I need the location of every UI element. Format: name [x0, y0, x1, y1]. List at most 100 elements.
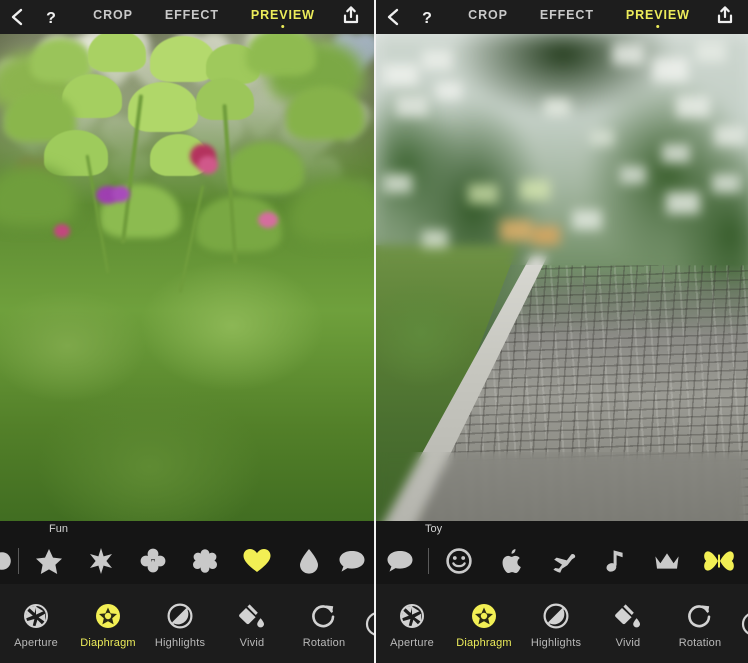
tool-label-highlights: Highlights [530, 636, 582, 649]
shape-strip-divider [428, 547, 429, 574]
question-mark-icon: ? [420, 8, 434, 26]
back-button[interactable] [376, 0, 410, 34]
background-blur-mask [376, 34, 748, 266]
star5-shape-icon [36, 548, 62, 574]
tool-label-rotation: Rotation [678, 636, 722, 649]
tab-preview-label: PREVIEW [250, 8, 315, 22]
shape-strip-left[interactable]: Fun [0, 521, 374, 584]
bubble-shape-icon [339, 550, 365, 572]
tool-diaphragm[interactable]: Diaphragm [72, 584, 144, 663]
share-button[interactable] [702, 5, 748, 30]
shape-item-bubble[interactable] [335, 537, 369, 584]
tab-crop[interactable]: CROP [467, 5, 509, 29]
rotate-clockwise-icon [685, 599, 715, 633]
smiley-shape-icon [446, 547, 472, 574]
svg-text:?: ? [422, 10, 432, 26]
shape-group-label-right: Toy [376, 521, 748, 537]
shape-strip-right[interactable]: Toy [376, 521, 748, 584]
diaphragm-star-icon [469, 599, 499, 633]
clover-shape-icon [140, 548, 166, 572]
photo-preview-right[interactable] [376, 34, 748, 537]
share-upload-icon [715, 5, 735, 30]
crown-shape-icon [655, 552, 679, 569]
aperture-icon [21, 599, 51, 633]
help-button[interactable]: ? [34, 0, 68, 34]
question-mark-icon: ? [44, 8, 58, 26]
diaphragm-star-icon [93, 599, 123, 633]
tool-rotation[interactable]: Rotation [664, 584, 736, 663]
heart-shape-icon [243, 548, 271, 572]
tool-label-diaphragm: Diaphragm [456, 636, 512, 649]
active-tab-dot [656, 24, 660, 28]
apple-shape-icon [502, 548, 521, 573]
tool-aperture[interactable]: Aperture [376, 584, 448, 663]
top-toolbar-left: ? CROP EFFECT PREVIEW [0, 0, 374, 34]
paint-bucket-icon [613, 599, 643, 633]
shape-item-bubble[interactable] [376, 537, 424, 584]
tool-vivid[interactable]: Vivid [216, 584, 288, 663]
shape-item-droplet[interactable] [283, 537, 335, 584]
tool-label-rotation: Rotation [302, 636, 346, 649]
screenshot-root: ? CROP EFFECT PREVIEW Fun Aperture Diaph… [0, 0, 748, 663]
tool-label-aperture: Aperture [390, 636, 434, 649]
star6-shape-icon [90, 547, 112, 574]
shape-item-airplane[interactable] [537, 537, 589, 584]
shape-item-clover[interactable] [127, 537, 179, 584]
shape-group-label-left: Fun [0, 521, 374, 537]
clover-foreground-left [0, 34, 374, 537]
tool-label-vivid: Vivid [239, 636, 265, 649]
shape-item-music-note[interactable] [589, 537, 641, 584]
highlights-contrast-icon [541, 599, 571, 633]
tab-crop[interactable]: CROP [92, 5, 134, 29]
droplet-shape-icon [300, 548, 318, 574]
tool-diaphragm[interactable]: Diaphragm [448, 584, 520, 663]
tool-toolbar-left: Aperture Diaphragm Highlights Vivid Rota… [0, 584, 374, 663]
shape-row-right [376, 537, 748, 584]
shape-item-crown[interactable] [641, 537, 693, 584]
tool-label-aperture: Aperture [14, 636, 58, 649]
tool-aperture[interactable]: Aperture [0, 584, 72, 663]
butterfly-shape-icon [704, 550, 734, 571]
airplane-shape-icon [553, 553, 576, 573]
tool-overflow-right[interactable] [736, 584, 748, 663]
tool-toolbar-right: Aperture Diaphragm Highlights Vivid Rota… [376, 584, 748, 663]
back-button[interactable] [0, 0, 34, 34]
paint-bucket-icon [237, 599, 267, 633]
photo-preview-left[interactable] [0, 34, 374, 537]
tool-overflow-left[interactable] [360, 584, 374, 663]
tool-label-diaphragm: Diaphragm [80, 636, 136, 649]
mode-tabs-right: CROP EFFECT PREVIEW [456, 5, 702, 29]
shape-row-left [0, 537, 374, 584]
partial-tool-icon [360, 607, 374, 641]
note-shape-icon [606, 549, 623, 572]
shape-item-smiley[interactable] [433, 537, 485, 584]
shape-item-star6[interactable] [75, 537, 127, 584]
shape-item-star5[interactable] [23, 537, 75, 584]
share-button[interactable] [328, 5, 374, 30]
tab-effect[interactable]: EFFECT [164, 5, 220, 29]
circle-shape-icon [0, 551, 11, 570]
tool-label-vivid: Vivid [615, 636, 641, 649]
top-toolbar-right: ? CROP EFFECT PREVIEW [376, 0, 748, 34]
shape-item-butterfly[interactable] [693, 537, 745, 584]
tool-rotation[interactable]: Rotation [288, 584, 360, 663]
tool-highlights[interactable]: Highlights [144, 584, 216, 663]
highlights-contrast-icon [165, 599, 195, 633]
tool-vivid[interactable]: Vivid [592, 584, 664, 663]
shape-strip-divider [18, 547, 19, 574]
shape-item-apple[interactable] [485, 537, 537, 584]
shape-item-circle[interactable] [0, 537, 14, 584]
rotate-clockwise-icon [309, 599, 339, 633]
partial-tool-icon [736, 607, 748, 641]
shape-item-heart[interactable] [231, 537, 283, 584]
flower-shape-icon [193, 548, 217, 573]
tab-effect[interactable]: EFFECT [539, 5, 595, 29]
tab-preview[interactable]: PREVIEW [250, 5, 316, 29]
bubble-shape-icon [387, 550, 413, 572]
shape-item-flower[interactable] [179, 537, 231, 584]
tab-preview[interactable]: PREVIEW [625, 5, 691, 29]
tool-highlights[interactable]: Highlights [520, 584, 592, 663]
active-tab-dot [281, 24, 285, 28]
help-button[interactable]: ? [410, 0, 444, 34]
editor-panel-left: ? CROP EFFECT PREVIEW Fun Aperture Diaph… [0, 0, 374, 663]
